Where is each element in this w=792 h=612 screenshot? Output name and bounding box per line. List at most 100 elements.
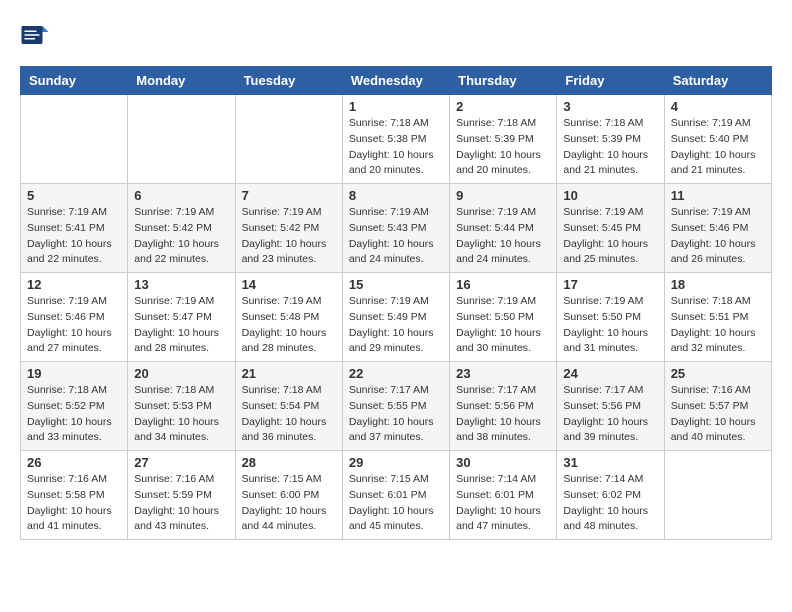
calendar-cell: 6 Sunrise: 7:19 AM Sunset: 5:42 PM Daylig…	[128, 184, 235, 273]
day-number: 1	[349, 99, 443, 114]
calendar-week-5: 26 Sunrise: 7:16 AM Sunset: 5:58 PM Dayli…	[21, 451, 772, 540]
day-number: 12	[27, 277, 121, 292]
calendar-cell: 30Sunrise: 7:14 AM Sunset: 6:01 PM Dayli…	[450, 451, 557, 540]
calendar-cell: 1 Sunrise: 7:18 AM Sunset: 5:38 PM Daylig…	[342, 95, 449, 184]
day-number: 10	[563, 188, 657, 203]
logo	[20, 20, 54, 50]
day-info: Sunrise: 7:19 AM Sunset: 5:49 PM Dayligh…	[349, 294, 443, 357]
calendar-cell: 3Sunrise: 7:18 AM Sunset: 5:39 PM Daylig…	[557, 95, 664, 184]
day-number: 13	[134, 277, 228, 292]
calendar-cell: 27 Sunrise: 7:16 AM Sunset: 5:59 PM Dayli…	[128, 451, 235, 540]
calendar-cell: 21 Sunrise: 7:18 AM Sunset: 5:54 PM Dayli…	[235, 362, 342, 451]
day-number: 4	[671, 99, 765, 114]
calendar-cell: 10 Sunrise: 7:19 AM Sunset: 5:45 PM Dayli…	[557, 184, 664, 273]
day-number: 6	[134, 188, 228, 203]
calendar-cell: 4 Sunrise: 7:19 AM Sunset: 5:40 PM Daylig…	[664, 95, 771, 184]
day-info: Sunrise: 7:18 AM Sunset: 5:39 PM Dayligh…	[456, 116, 550, 179]
day-info: Sunrise: 7:19 AM Sunset: 5:45 PM Dayligh…	[563, 205, 657, 268]
calendar-week-1: 1 Sunrise: 7:18 AM Sunset: 5:38 PM Daylig…	[21, 95, 772, 184]
day-number: 5	[27, 188, 121, 203]
calendar-cell: 23 Sunrise: 7:17 AM Sunset: 5:56 PM Dayli…	[450, 362, 557, 451]
day-number: 21	[242, 366, 336, 381]
day-number: 27	[134, 455, 228, 470]
day-info: Sunrise: 7:19 AM Sunset: 5:48 PM Dayligh…	[242, 294, 336, 357]
day-info: Sunrise: 7:18 AM Sunset: 5:38 PM Dayligh…	[349, 116, 443, 179]
day-number: 28	[242, 455, 336, 470]
calendar-cell: 31 Sunrise: 7:14 AM Sunset: 6:02 PM Dayli…	[557, 451, 664, 540]
col-header-wednesday: Wednesday	[342, 67, 449, 95]
day-info: Sunrise: 7:19 AM Sunset: 5:43 PM Dayligh…	[349, 205, 443, 268]
page-header	[20, 20, 772, 50]
calendar-week-2: 5 Sunrise: 7:19 AM Sunset: 5:41 PM Daylig…	[21, 184, 772, 273]
day-number: 26	[27, 455, 121, 470]
day-info: Sunrise: 7:19 AM Sunset: 5:40 PM Dayligh…	[671, 116, 765, 179]
calendar-cell	[235, 95, 342, 184]
day-info: Sunrise: 7:19 AM Sunset: 5:50 PM Dayligh…	[563, 294, 657, 357]
logo-icon	[20, 20, 50, 50]
day-number: 24	[563, 366, 657, 381]
day-info: Sunrise: 7:17 AM Sunset: 5:56 PM Dayligh…	[456, 383, 550, 446]
day-number: 7	[242, 188, 336, 203]
day-number: 30	[456, 455, 550, 470]
day-info: Sunrise: 7:18 AM Sunset: 5:52 PM Dayligh…	[27, 383, 121, 446]
calendar-cell: 5 Sunrise: 7:19 AM Sunset: 5:41 PM Daylig…	[21, 184, 128, 273]
calendar-week-3: 12 Sunrise: 7:19 AM Sunset: 5:46 PM Dayli…	[21, 273, 772, 362]
calendar-cell: 7 Sunrise: 7:19 AM Sunset: 5:42 PM Daylig…	[235, 184, 342, 273]
col-header-friday: Friday	[557, 67, 664, 95]
day-number: 15	[349, 277, 443, 292]
day-info: Sunrise: 7:19 AM Sunset: 5:44 PM Dayligh…	[456, 205, 550, 268]
calendar-cell: 2 Sunrise: 7:18 AM Sunset: 5:39 PM Daylig…	[450, 95, 557, 184]
day-number: 23	[456, 366, 550, 381]
calendar-cell: 9 Sunrise: 7:19 AM Sunset: 5:44 PM Daylig…	[450, 184, 557, 273]
calendar-cell: 24Sunrise: 7:17 AM Sunset: 5:56 PM Dayli…	[557, 362, 664, 451]
calendar-cell: 14 Sunrise: 7:19 AM Sunset: 5:48 PM Dayli…	[235, 273, 342, 362]
day-number: 18	[671, 277, 765, 292]
calendar-cell: 8Sunrise: 7:19 AM Sunset: 5:43 PM Daylig…	[342, 184, 449, 273]
day-number: 31	[563, 455, 657, 470]
day-number: 3	[563, 99, 657, 114]
day-info: Sunrise: 7:18 AM Sunset: 5:51 PM Dayligh…	[671, 294, 765, 357]
day-info: Sunrise: 7:19 AM Sunset: 5:47 PM Dayligh…	[134, 294, 228, 357]
calendar-cell	[21, 95, 128, 184]
calendar-cell: 22 Sunrise: 7:17 AM Sunset: 5:55 PM Dayli…	[342, 362, 449, 451]
day-info: Sunrise: 7:16 AM Sunset: 5:57 PM Dayligh…	[671, 383, 765, 446]
day-info: Sunrise: 7:18 AM Sunset: 5:53 PM Dayligh…	[134, 383, 228, 446]
calendar-cell: 15 Sunrise: 7:19 AM Sunset: 5:49 PM Dayli…	[342, 273, 449, 362]
calendar-table: SundayMondayTuesdayWednesdayThursdayFrid…	[20, 66, 772, 540]
calendar-cell: 25Sunrise: 7:16 AM Sunset: 5:57 PM Dayli…	[664, 362, 771, 451]
day-info: Sunrise: 7:16 AM Sunset: 5:59 PM Dayligh…	[134, 472, 228, 535]
col-header-saturday: Saturday	[664, 67, 771, 95]
day-number: 17	[563, 277, 657, 292]
day-number: 9	[456, 188, 550, 203]
day-info: Sunrise: 7:15 AM Sunset: 6:01 PM Dayligh…	[349, 472, 443, 535]
day-number: 22	[349, 366, 443, 381]
day-number: 14	[242, 277, 336, 292]
day-number: 20	[134, 366, 228, 381]
day-info: Sunrise: 7:19 AM Sunset: 5:42 PM Dayligh…	[134, 205, 228, 268]
calendar-cell: 11 Sunrise: 7:19 AM Sunset: 5:46 PM Dayli…	[664, 184, 771, 273]
day-info: Sunrise: 7:19 AM Sunset: 5:42 PM Dayligh…	[242, 205, 336, 268]
calendar-cell: 28 Sunrise: 7:15 AM Sunset: 6:00 PM Dayli…	[235, 451, 342, 540]
calendar-cell: 18 Sunrise: 7:18 AM Sunset: 5:51 PM Dayli…	[664, 273, 771, 362]
col-header-monday: Monday	[128, 67, 235, 95]
calendar-header-row: SundayMondayTuesdayWednesdayThursdayFrid…	[21, 67, 772, 95]
day-info: Sunrise: 7:18 AM Sunset: 5:54 PM Dayligh…	[242, 383, 336, 446]
day-info: Sunrise: 7:15 AM Sunset: 6:00 PM Dayligh…	[242, 472, 336, 535]
day-info: Sunrise: 7:19 AM Sunset: 5:41 PM Dayligh…	[27, 205, 121, 268]
day-info: Sunrise: 7:19 AM Sunset: 5:46 PM Dayligh…	[671, 205, 765, 268]
calendar-cell	[664, 451, 771, 540]
col-header-sunday: Sunday	[21, 67, 128, 95]
day-info: Sunrise: 7:14 AM Sunset: 6:02 PM Dayligh…	[563, 472, 657, 535]
day-info: Sunrise: 7:19 AM Sunset: 5:46 PM Dayligh…	[27, 294, 121, 357]
day-number: 16	[456, 277, 550, 292]
calendar-week-4: 19Sunrise: 7:18 AM Sunset: 5:52 PM Dayli…	[21, 362, 772, 451]
calendar-cell: 12 Sunrise: 7:19 AM Sunset: 5:46 PM Dayli…	[21, 273, 128, 362]
day-info: Sunrise: 7:16 AM Sunset: 5:58 PM Dayligh…	[27, 472, 121, 535]
day-info: Sunrise: 7:17 AM Sunset: 5:55 PM Dayligh…	[349, 383, 443, 446]
day-info: Sunrise: 7:19 AM Sunset: 5:50 PM Dayligh…	[456, 294, 550, 357]
day-number: 2	[456, 99, 550, 114]
day-number: 11	[671, 188, 765, 203]
day-number: 29	[349, 455, 443, 470]
calendar-cell	[128, 95, 235, 184]
calendar-cell: 20 Sunrise: 7:18 AM Sunset: 5:53 PM Dayli…	[128, 362, 235, 451]
